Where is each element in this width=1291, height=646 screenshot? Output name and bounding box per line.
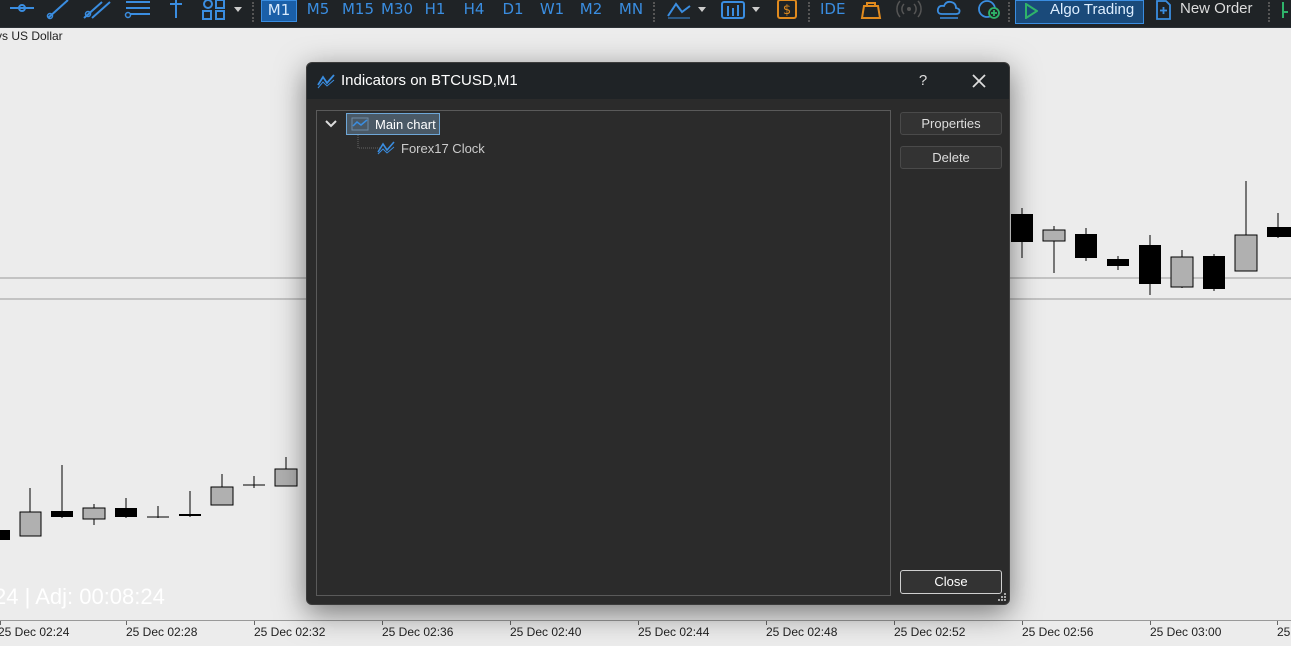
dropdown-icon[interactable] (750, 0, 762, 20)
timeframe-w1[interactable]: W1 (538, 0, 566, 22)
toolbar-separator (653, 2, 656, 22)
close-icon[interactable] (967, 69, 991, 93)
candle (179, 491, 201, 517)
x-tick-label: 25 Dec 02:28 (126, 625, 198, 639)
toolbar-separator (1008, 2, 1011, 22)
close-button[interactable]: Close (900, 570, 1002, 594)
candle (0, 530, 10, 540)
candle (1139, 235, 1161, 295)
add-indicator-icon[interactable] (976, 0, 1002, 20)
timeframe-m5[interactable]: M5 (303, 0, 333, 22)
timeframe-h1[interactable]: H1 (421, 0, 449, 22)
market-bag-icon[interactable] (860, 0, 882, 20)
dropdown-icon[interactable] (232, 0, 244, 20)
main-chart-label: Main chart (375, 117, 436, 132)
clock-readout: 24 | Adj: 00:08:24 (0, 584, 165, 609)
x-tick-label: 25 (1277, 625, 1291, 639)
x-tick-label: 25 Dec 02:48 (766, 625, 838, 639)
timeframe-m15[interactable]: M15 (340, 0, 376, 22)
new-order-label: New Order (1180, 0, 1253, 17)
toolbar-separator (1268, 2, 1271, 22)
ide-button[interactable]: IDE (820, 0, 845, 24)
timeframe-m30[interactable]: M30 (379, 0, 415, 22)
dialog-title: Indicators on BTCUSD,M1 (341, 72, 518, 89)
x-tick-label: 25 Dec 02:36 (382, 625, 454, 639)
tree-item-main-chart[interactable]: Main chart (346, 113, 440, 135)
play-icon (1025, 3, 1038, 19)
candle (1107, 256, 1129, 270)
new-order-icon (1156, 0, 1171, 20)
dollar-icon[interactable]: $ (776, 0, 798, 20)
vertical-line-icon[interactable] (166, 0, 186, 20)
candle (19, 488, 42, 537)
indicator-icon (377, 141, 395, 155)
candle (243, 476, 265, 488)
x-tick-label: 25 Dec 02:52 (894, 625, 966, 639)
indicator-tree[interactable]: Main chart Forex17 Clock (316, 110, 891, 596)
crosshair-icon[interactable] (6, 0, 36, 20)
shapes-icon[interactable] (200, 0, 228, 20)
chart-window-icon (351, 117, 369, 131)
algo-trading-label: Algo Trading (1050, 1, 1135, 18)
candle (1170, 250, 1194, 288)
candle (115, 498, 137, 518)
dialog-title-bar[interactable]: Indicators on BTCUSD,M1 ? (307, 63, 1009, 99)
time-axis: 25 Dec 02:24 25 Dec 02:28 25 Dec 02:32 2… (0, 620, 1291, 646)
x-tick-label: 25 Dec 02:40 (510, 625, 582, 639)
new-order-button[interactable]: New Order (1150, 0, 1262, 24)
dropdown-icon[interactable] (696, 0, 708, 20)
candle (1042, 226, 1066, 273)
candle (1011, 208, 1033, 258)
candle (51, 465, 73, 518)
symbol-description: ys US Dollar (0, 29, 63, 43)
toolbar-separator (252, 2, 255, 22)
x-tick-label: 25 Dec 02:32 (254, 625, 326, 639)
delete-button[interactable]: Delete (900, 146, 1002, 169)
chevron-down-icon[interactable] (324, 118, 338, 130)
x-tick-label: 25 Dec 02:44 (638, 625, 710, 639)
x-tick-label: 25 Dec 02:56 (1022, 625, 1094, 639)
properties-button[interactable]: Properties (900, 112, 1002, 135)
timeframe-d1[interactable]: D1 (499, 0, 527, 22)
candle (1267, 213, 1291, 238)
signals-icon[interactable] (896, 0, 922, 20)
timeframe-m2[interactable]: M2 (576, 0, 606, 22)
timeframe-h4[interactable]: H4 (460, 0, 488, 22)
fibonacci-icon[interactable] (122, 0, 152, 20)
candle (1234, 181, 1258, 272)
x-tick-label: 25 Dec 03:00 (1150, 625, 1222, 639)
x-tick-label: 25 Dec 02:24 (0, 625, 70, 639)
resize-grip-icon[interactable] (997, 592, 1007, 602)
candle (1203, 254, 1225, 291)
main-toolbar: M1 M5 M15 M30 H1 H4 D1 W1 M2 MN $ IDE Al… (0, 0, 1291, 28)
toolbar-separator (808, 2, 811, 22)
indicators-icon[interactable] (666, 0, 692, 20)
trendline-icon[interactable] (44, 0, 72, 20)
candle (274, 457, 298, 487)
cloud-icon[interactable] (936, 0, 962, 20)
candle (82, 504, 106, 525)
timeframe-m1[interactable]: M1 (261, 0, 297, 22)
indicators-dialog: Indicators on BTCUSD,M1 ? Main chart For… (306, 62, 1010, 605)
help-button[interactable]: ? (911, 69, 935, 93)
algo-trading-button[interactable]: Algo Trading (1015, 0, 1144, 24)
candle (210, 474, 234, 506)
candle (1075, 228, 1097, 261)
svg-text:$: $ (783, 3, 791, 18)
trade-icon[interactable] (1276, 0, 1290, 20)
tree-item-forex17-clock[interactable]: Forex17 Clock (401, 141, 485, 156)
chart-type-icon[interactable] (720, 0, 746, 20)
timeframe-mn[interactable]: MN (614, 0, 648, 22)
indicator-icon (317, 74, 335, 89)
candle (147, 506, 169, 518)
channel-icon[interactable] (82, 0, 112, 20)
